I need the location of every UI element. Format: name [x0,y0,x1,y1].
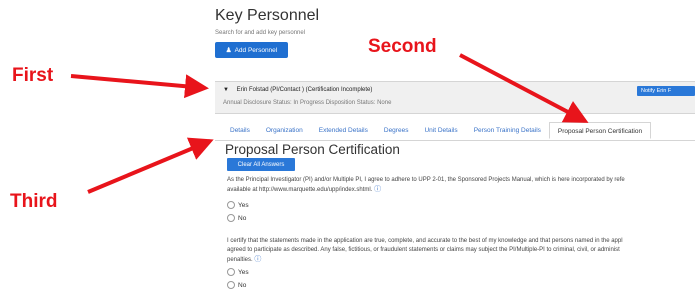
annotation-third: Third [10,191,58,212]
annotation-arrows [70,53,589,194]
arrow-third [87,137,214,194]
annotation-second: Second [368,36,437,57]
arrow-first [70,74,209,99]
arrow-second [459,53,589,123]
annotation-first: First [12,65,54,86]
